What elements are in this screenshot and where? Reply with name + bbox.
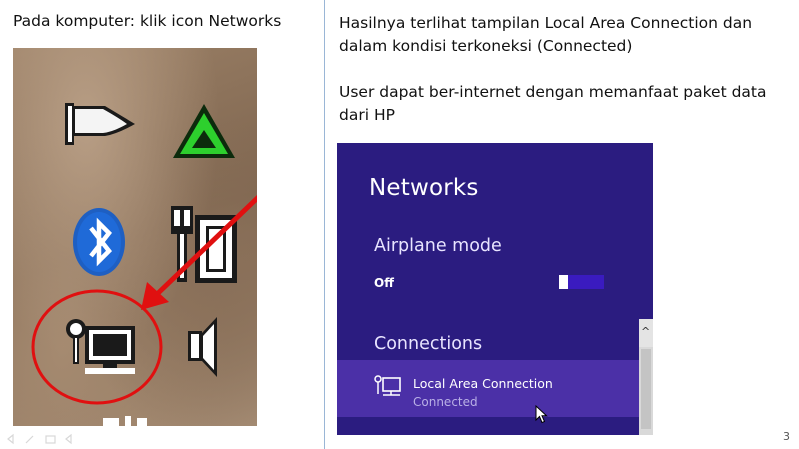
page-number: 3	[783, 430, 790, 443]
airplane-mode-label: Airplane mode	[374, 236, 502, 256]
slides-icon	[45, 435, 56, 444]
connection-status: Connected	[413, 395, 478, 409]
speaker-icon[interactable]	[188, 317, 217, 377]
networks-title: Networks	[369, 175, 479, 201]
connections-label: Connections	[374, 334, 483, 354]
toggle-thumb[interactable]	[559, 275, 568, 289]
right-description: Hasilnya terlihat tampilan Local Area Co…	[339, 12, 789, 127]
column-divider	[324, 0, 325, 449]
bluetooth-icon[interactable]	[73, 208, 125, 276]
networks-panel: Networks Airplane mode Off Connections ^…	[337, 143, 653, 435]
result-text: Hasilnya terlihat tampilan Local Area Co…	[339, 14, 753, 55]
forward-icon	[65, 433, 72, 445]
scroll-up-button[interactable]: ^	[639, 319, 653, 347]
flag-icon[interactable]	[65, 103, 135, 145]
pen-icon	[25, 435, 34, 444]
system-tray-zoom	[13, 48, 257, 426]
internet-text: User dapat ber-internet dengan memanfaat…	[339, 83, 767, 124]
scroll-thumb[interactable]	[641, 349, 651, 429]
airplane-mode-state: Off	[374, 276, 394, 290]
slide-toolbar[interactable]	[6, 433, 76, 445]
ethernet-icon	[374, 375, 401, 396]
chevron-up-icon: ^	[641, 325, 651, 338]
partial-tray-icons	[103, 416, 147, 426]
connection-name: Local Area Connection	[413, 376, 553, 391]
mouse-cursor-icon	[535, 405, 548, 424]
left-caption: Pada komputer: klik icon Networks	[13, 12, 282, 30]
airplane-mode-toggle[interactable]	[559, 275, 604, 289]
back-icon	[7, 433, 14, 445]
network-icon[interactable]	[66, 319, 135, 374]
green-triangle-icon[interactable]	[173, 104, 235, 158]
